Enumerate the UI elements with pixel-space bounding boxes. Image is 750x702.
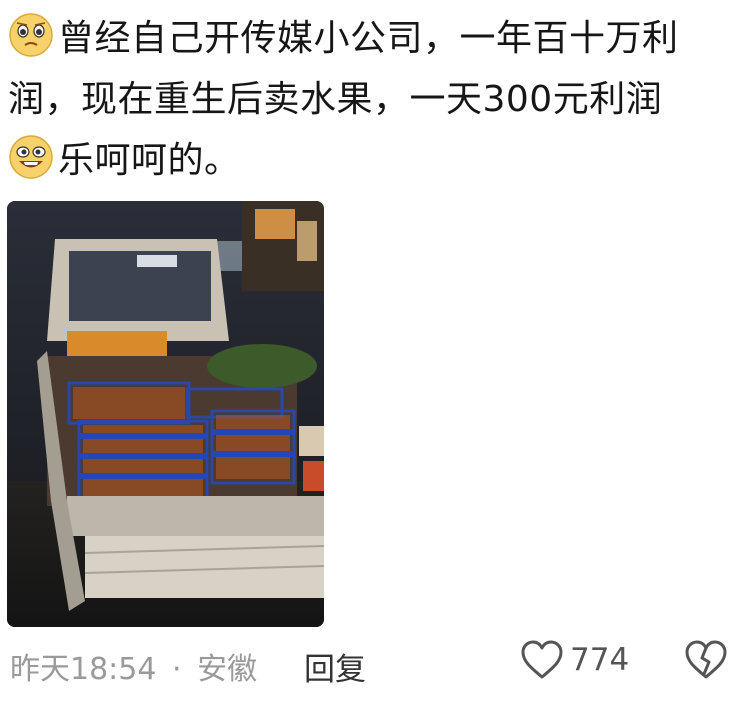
dislike-button[interactable] [684, 640, 728, 688]
post-text: 曾经自己开传媒小公司，一年百十万利 润，现在重生后卖水果，一天300元利润 乐呵… [8, 8, 742, 191]
post-line-2: 润，现在重生后卖水果，一天300元利润 [8, 79, 663, 120]
post-line-3: 乐呵呵的。 [8, 130, 742, 191]
post-content: 曾经自己开传媒小公司，一年百十万利 润，现在重生后卖水果，一天300元利润 乐呵… [8, 8, 742, 191]
reply-button[interactable]: 回复 [304, 644, 366, 689]
broken-heart-icon [685, 640, 727, 679]
location: 安徽 [197, 652, 258, 687]
separator: · [172, 652, 182, 687]
like-button[interactable]: 774 [520, 640, 629, 680]
grinning-face-icon [9, 135, 53, 179]
post-line-1: 曾经自己开传媒小公司，一年百十万利 [8, 8, 742, 69]
like-count: 774 [570, 642, 630, 678]
heart-icon [521, 640, 563, 679]
photo-illustration [7, 201, 324, 627]
post-meta: 昨天18:54 · 安徽 [10, 644, 257, 688]
timestamp: 昨天18:54 [10, 652, 157, 687]
post-footer: 昨天18:54 · 安徽 回复 774 [0, 640, 750, 690]
pleading-face-icon [9, 13, 53, 57]
fruit-truck-photo[interactable] [7, 201, 324, 627]
